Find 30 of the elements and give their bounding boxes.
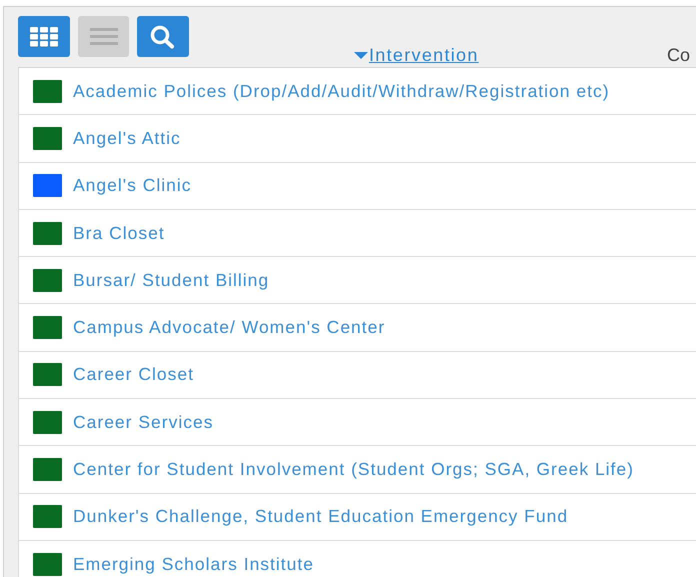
list-row[interactable]: Bursar/ Student Billing [18, 257, 696, 304]
list-icon [90, 28, 118, 46]
search-button[interactable] [137, 16, 189, 57]
resource-link[interactable]: Center for Student Involvement (Student Orgs; SGA, Greek Life) [73, 459, 634, 480]
resource-link[interactable]: Campus Advocate/ Women's Center [73, 317, 386, 338]
list-row[interactable]: Center for Student Involvement (Student Orgs; SGA, Greek Life) [18, 446, 696, 494]
resource-link[interactable]: Dunker's Challenge, Student Education Emergency Fund [73, 506, 568, 528]
grid-view-button[interactable] [18, 16, 70, 57]
resource-link[interactable]: Bursar/ Student Billing [73, 270, 270, 291]
list-row[interactable]: Angel's Clinic [18, 162, 696, 210]
list-row[interactable]: Career Services [18, 399, 696, 446]
resource-link[interactable]: Emerging Scholars Institute [73, 554, 314, 575]
resource-link[interactable]: Academic Polices (Drop/Add/Audit/Withdraw/Registration etc) [73, 80, 610, 102]
grid-icon [29, 26, 59, 46]
list-row[interactable]: Dunker's Challenge, Student Education Emergency Fund [18, 494, 696, 541]
list-row[interactable]: Career Closet [18, 352, 696, 400]
list-row[interactable]: Bra Closet [18, 210, 696, 258]
list-row[interactable]: Angel's Attic [18, 115, 696, 163]
list-row[interactable]: Emerging Scholars Institute [18, 540, 696, 577]
resource-link[interactable]: Career Services [73, 412, 214, 433]
search-icon [150, 24, 176, 48]
resource-link[interactable]: Angel's Attic [73, 128, 181, 149]
list-row[interactable]: Academic Polices (Drop/Add/Audit/Withdraw/Registration etc) [18, 68, 696, 116]
list-row[interactable]: Campus Advocate/ Women's Center [18, 304, 696, 352]
column-header: Co [667, 45, 690, 66]
sort-caret-icon [354, 52, 368, 60]
resource-link[interactable]: Angel's Clinic [73, 175, 192, 196]
resource-link[interactable]: Bra Closet [73, 222, 165, 244]
resource-link[interactable]: Career Closet [73, 364, 194, 386]
column-header-link[interactable]: Intervention [354, 45, 479, 66]
